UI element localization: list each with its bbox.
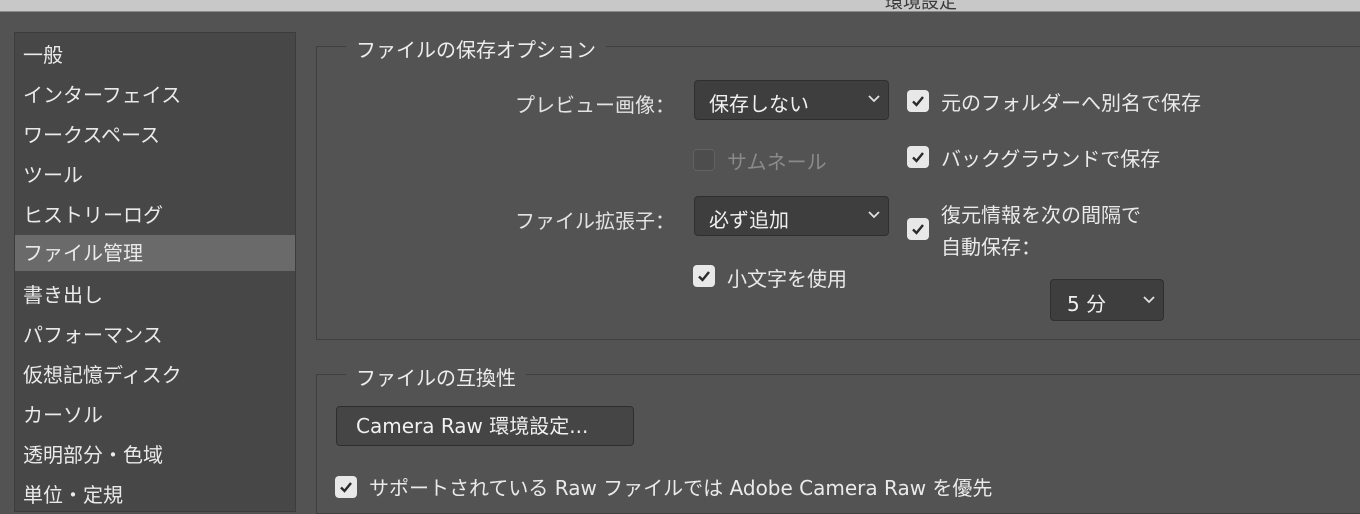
- sidebar-item-scratch-disks[interactable]: 仮想記憶ディスク: [15, 357, 295, 393]
- sidebar-item-history-log[interactable]: ヒストリーログ: [15, 197, 295, 233]
- preview-select[interactable]: 保存しない: [694, 80, 889, 120]
- preview-label: プレビュー画像：: [515, 93, 675, 117]
- preview-select-value: 保存しない: [709, 92, 809, 116]
- compatibility-title: ファイルの互換性: [346, 362, 526, 391]
- preferences-sidebar: 一般 インターフェイス ワークスペース ツール ヒストリーログ ファイル管理 書…: [14, 32, 296, 512]
- autosave-label-line2: 自動保存：: [941, 235, 1041, 259]
- sidebar-item-units-rulers[interactable]: 単位・定規: [15, 477, 295, 513]
- background-save-checkbox[interactable]: [907, 146, 929, 168]
- checkmark-icon: [698, 271, 710, 282]
- sidebar-item-performance[interactable]: パフォーマンス: [15, 317, 295, 353]
- extension-label: ファイル拡張子：: [515, 209, 675, 233]
- extension-select[interactable]: 必ず追加: [694, 196, 889, 236]
- sidebar-item-file-handling[interactable]: ファイル管理: [15, 235, 295, 271]
- prefer-acr-checkbox[interactable]: [335, 476, 357, 498]
- autosave-checkbox[interactable]: [907, 218, 929, 240]
- lowercase-checkbox[interactable]: [693, 265, 715, 287]
- autosave-label-line1: 復元情報を次の間隔で: [941, 203, 1141, 227]
- sidebar-item-cursors[interactable]: カーソル: [15, 397, 295, 433]
- sidebar-item-general[interactable]: 一般: [15, 37, 295, 73]
- sidebar-item-workspace[interactable]: ワークスペース: [15, 117, 295, 153]
- save-options-title: ファイルの保存オプション: [346, 34, 606, 63]
- thumbnail-checkbox[interactable]: [693, 149, 715, 171]
- sidebar-item-transparency-gamut[interactable]: 透明部分・色域: [15, 437, 295, 473]
- sidebar-item-tools[interactable]: ツール: [15, 157, 295, 193]
- chevron-down-icon: [868, 211, 880, 219]
- autosave-interval-value: 5 分: [1067, 292, 1107, 316]
- save-as-original-checkbox[interactable]: [907, 90, 929, 112]
- window-title: 環境設定: [885, 0, 957, 12]
- checkmark-icon: [912, 224, 924, 235]
- window-titlebar: 環境設定: [0, 0, 1360, 12]
- thumbnail-label: サムネール: [727, 150, 827, 174]
- prefer-acr-label: サポートされている Raw ファイルでは Adobe Camera Raw を優…: [369, 476, 993, 500]
- sidebar-item-interface[interactable]: インターフェイス: [15, 77, 295, 113]
- lowercase-label: 小文字を使用: [727, 267, 847, 291]
- chevron-down-icon: [1143, 296, 1155, 304]
- checkmark-icon: [912, 152, 924, 163]
- extension-select-value: 必ず追加: [709, 208, 789, 232]
- checkmark-icon: [340, 482, 352, 493]
- save-as-original-label: 元のフォルダーへ別名で保存: [941, 91, 1201, 115]
- camera-raw-preferences-button[interactable]: Camera Raw 環境設定...: [336, 406, 634, 446]
- checkmark-icon: [912, 96, 924, 107]
- sidebar-item-export[interactable]: 書き出し: [15, 277, 295, 313]
- background-save-label: バックグラウンドで保存: [941, 147, 1161, 171]
- chevron-down-icon: [868, 95, 880, 103]
- autosave-interval-select[interactable]: 5 分: [1050, 279, 1164, 321]
